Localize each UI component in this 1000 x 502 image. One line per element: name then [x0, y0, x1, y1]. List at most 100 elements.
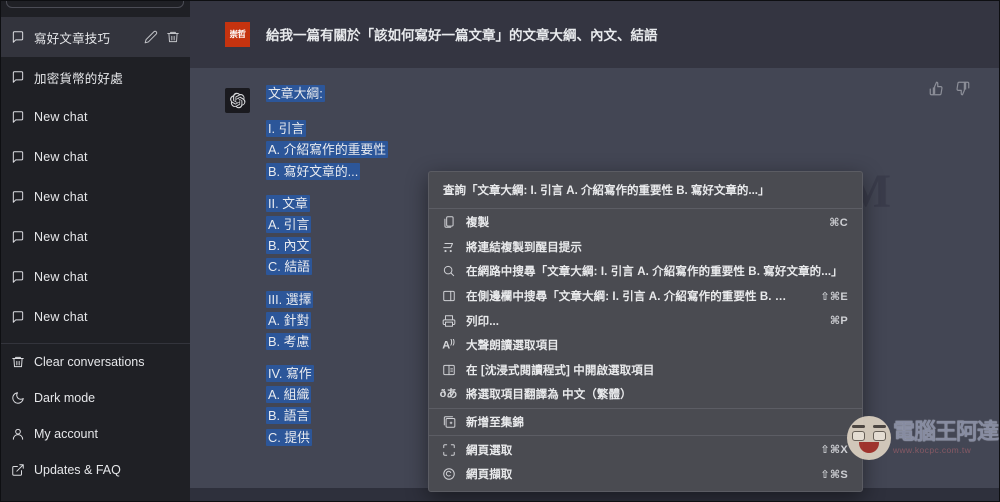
- sidebar-item-dark-mode[interactable]: Dark mode: [0, 380, 190, 416]
- context-menu-item-label: 網頁選取: [466, 442, 796, 458]
- context-menu-item-label: 將選取項目翻譯為 中文（繁體）: [466, 386, 848, 402]
- translate-icon: ðあ: [441, 387, 456, 402]
- context-menu-item-label: 複製: [466, 214, 805, 230]
- context-menu-shortcut: ⌘P: [830, 314, 848, 327]
- sidebar-item-my-account[interactable]: My account: [0, 416, 190, 452]
- selected-text: C. 結語: [266, 258, 312, 275]
- context-menu-item[interactable]: ðあ將選取項目翻譯為 中文（繁體）: [429, 382, 862, 407]
- selected-text: C. 提供: [266, 429, 312, 446]
- conversation-title: New chat: [34, 270, 180, 284]
- context-menu-item[interactable]: 網頁擷取 ⇧⌘S: [429, 462, 862, 487]
- response-line: I. 引言: [266, 119, 955, 138]
- conversation-item[interactable]: New chat: [0, 217, 190, 257]
- read-aloud-icon: A)): [441, 338, 456, 353]
- selected-text: B. 寫好文章的...: [266, 163, 360, 180]
- context-menu-header[interactable]: 查詢「文章大綱: I. 引言 A. 介紹寫作的重要性 B. 寫好文章的...」: [429, 172, 862, 207]
- trash-icon: [11, 355, 25, 369]
- selected-text: IV. 寫作: [266, 365, 314, 382]
- context-menu-item-label: 列印...: [466, 313, 806, 329]
- thumbs-up-icon[interactable]: [929, 81, 944, 96]
- context-menu-shortcut: ⇧⌘X: [820, 443, 848, 456]
- conversation-title: New chat: [34, 230, 180, 244]
- sidebar-search-icon: [441, 289, 456, 304]
- chat-bubble-icon: [11, 30, 25, 44]
- context-menu-item[interactable]: A)) 大聲朗讀選取項目: [429, 333, 862, 358]
- selected-text: B. 語言: [266, 407, 311, 424]
- context-menu-item-label: 網頁擷取: [466, 466, 796, 482]
- chatgpt-window: 寫好文章技巧加密貨幣的好處 New chat New chat New chat New…: [0, 0, 1000, 502]
- context-menu-item[interactable]: 將連結複製到醒目提示: [429, 235, 862, 260]
- assistant-avatar: [225, 88, 250, 113]
- context-menu-item[interactable]: 在 [沈浸式閱讀程式] 中開啟選取項目: [429, 358, 862, 383]
- trash-icon[interactable]: [166, 30, 180, 44]
- selected-text: A. 引言: [266, 216, 311, 233]
- chat-bubble-icon: [11, 110, 25, 124]
- user-message-text: 給我一篇有關於「該如何寫好一篇文章」的文章大綱、內文、結語: [266, 22, 658, 47]
- context-menu-item[interactable]: 在網路中搜尋「文章大綱: I. 引言 A. 介紹寫作的重要性 B. 寫好文章的.…: [429, 259, 862, 284]
- sidebar-item-clear-conversations[interactable]: Clear conversations: [0, 344, 190, 380]
- conversation-list: 寫好文章技巧加密貨幣的好處 New chat New chat New chat New…: [0, 17, 190, 337]
- selected-text: 文章大綱:: [266, 85, 325, 102]
- conversation-item[interactable]: New chat: [0, 297, 190, 337]
- conversation-title: 寫好文章技巧: [34, 28, 135, 47]
- sidebar-item-label: Updates & FAQ: [34, 463, 121, 477]
- context-menu-item-label: 在網路中搜尋「文章大綱: I. 引言 A. 介紹寫作的重要性 B. 寫好文章的.…: [466, 263, 848, 279]
- context-menu-item[interactable]: 網頁選取 ⇧⌘X: [429, 437, 862, 462]
- selected-text: A. 針對: [266, 312, 311, 329]
- conversation-title: New chat: [34, 110, 180, 124]
- main-scrollbar[interactable]: [992, 0, 1000, 502]
- chat-bubble-icon: [11, 70, 25, 84]
- conversation-item[interactable]: New chat: [0, 137, 190, 177]
- context-menu-shortcut: ⌘C: [829, 216, 848, 229]
- context-menu-item[interactable]: 在側邊欄中搜尋「文章大綱: I. 引言 A. 介紹寫作的重要性 B. 寫好文章的…: [429, 284, 862, 309]
- context-menu-item-label: 在 [沈浸式閱讀程式] 中開啟選取項目: [466, 362, 848, 378]
- context-menu-item[interactable]: 列印... ⌘P: [429, 308, 862, 333]
- response-line: A. 介紹寫作的重要性: [266, 140, 955, 159]
- selected-text: B. 考慮: [266, 333, 311, 350]
- context-menu-item-label: 新增至集錦: [466, 414, 848, 430]
- sidebar-item-label: Dark mode: [34, 391, 95, 405]
- openai-logo-icon: [229, 92, 246, 109]
- web-capture-icon: [441, 467, 456, 482]
- context-menu-item[interactable]: 新增至集錦: [429, 410, 862, 435]
- conversation-item[interactable]: New chat: [0, 97, 190, 137]
- pencil-icon[interactable]: [144, 30, 158, 44]
- conversation-title: New chat: [34, 310, 180, 324]
- context-menu-item[interactable]: 複製 ⌘C: [429, 210, 862, 235]
- context-menu-separator: [429, 435, 862, 436]
- conversation-item[interactable]: New chat: [0, 257, 190, 297]
- conversation-title: 加密貨幣的好處: [34, 68, 180, 87]
- user-message-row: 崇哲 給我一篇有關於「該如何寫好一篇文章」的文章大綱、內文、結語: [190, 0, 1000, 68]
- conversation-item[interactable]: New chat: [0, 177, 190, 217]
- conversation-title: New chat: [34, 150, 180, 164]
- printer-icon: [441, 313, 456, 328]
- chat-bubble-icon: [11, 310, 25, 324]
- selected-text: III. 選擇: [266, 291, 313, 308]
- sidebar-bottom-menu: Clear conversations Dark mode My account Up…: [0, 344, 190, 488]
- selected-text: B. 內文: [266, 237, 311, 254]
- chat-bubble-icon: [11, 230, 25, 244]
- search-icon: [441, 264, 456, 279]
- context-menu-item-label: 大聲朗讀選取項目: [466, 337, 848, 353]
- add-to-collections-icon: [441, 415, 456, 430]
- conversation-item[interactable]: 加密貨幣的好處: [0, 57, 190, 97]
- thumbs-down-icon[interactable]: [955, 81, 970, 96]
- copy-icon: [441, 215, 456, 230]
- user-avatar: 崇哲: [225, 22, 250, 47]
- sidebar-item-updates-faq[interactable]: Updates & FAQ: [0, 452, 190, 488]
- highlight-link-icon: [441, 239, 456, 254]
- context-menu: 查詢「文章大綱: I. 引言 A. 介紹寫作的重要性 B. 寫好文章的...」 …: [428, 171, 863, 492]
- chat-bubble-icon: [11, 270, 25, 284]
- response-line: 文章大綱:: [266, 84, 955, 103]
- feedback-controls: [929, 81, 970, 96]
- web-select-icon: [441, 442, 456, 457]
- sidebar: 寫好文章技巧加密貨幣的好處 New chat New chat New chat New…: [0, 0, 190, 502]
- context-menu-item-label: 在側邊欄中搜尋「文章大綱: I. 引言 A. 介紹寫作的重要性 B. 寫好文章的…: [466, 288, 796, 304]
- selected-text: I. 引言: [266, 120, 306, 137]
- context-menu-separator: [429, 208, 862, 209]
- context-menu-separator: [429, 408, 862, 409]
- conversation-item[interactable]: 寫好文章技巧: [0, 17, 190, 57]
- new-chat-button[interactable]: [6, 0, 184, 8]
- context-menu-item-label: 將連結複製到醒目提示: [466, 239, 848, 255]
- context-menu-shortcut: ⇧⌘S: [820, 468, 848, 481]
